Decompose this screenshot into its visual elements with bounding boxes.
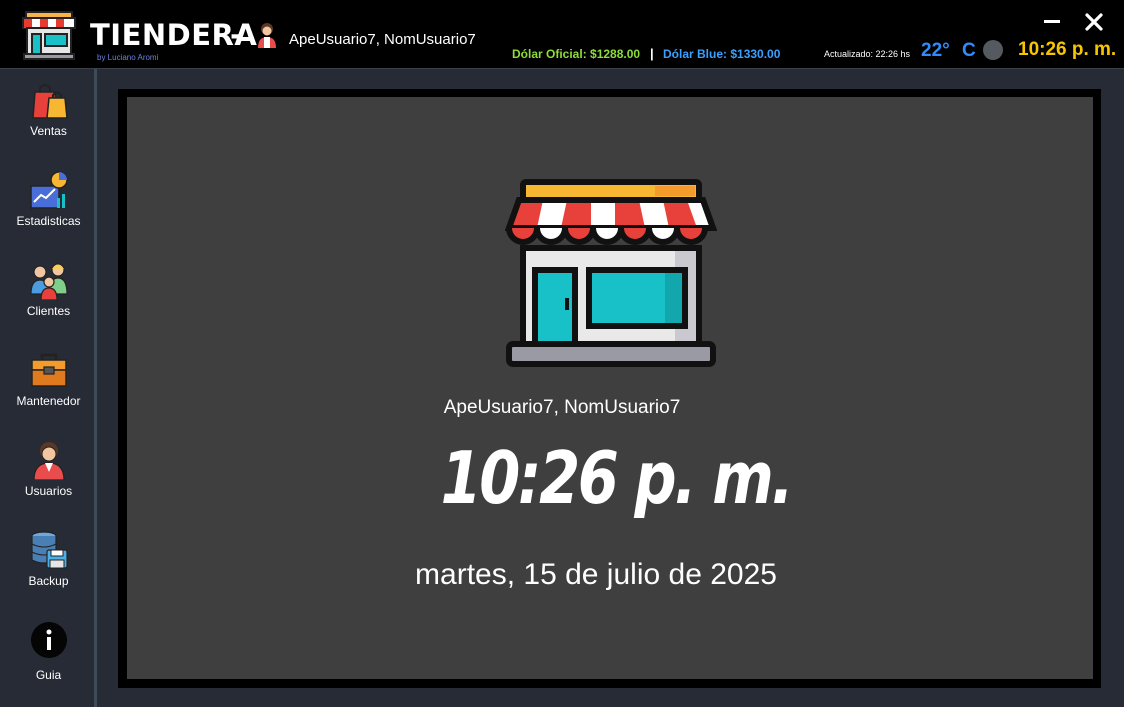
user-avatar-icon — [258, 23, 276, 48]
title-dash: - — [230, 18, 243, 52]
toolbox-icon — [31, 353, 67, 387]
header-user-name: ApeUsuario7, NomUsuario7 — [289, 31, 476, 48]
dolar-blue-rate: Dólar Blue: $1330.00 — [663, 47, 781, 61]
weather-icon — [983, 40, 1003, 60]
statistics-icon — [30, 171, 68, 209]
sidebar-item-label: Guia — [35, 668, 62, 682]
sidebar-item-estadisticas[interactable]: Estadisticas — [0, 170, 94, 250]
shopping-bags-icon — [32, 84, 68, 119]
author-byline: by Luciano Aromi — [97, 53, 159, 62]
sidebar-item-label: Estadisticas — [16, 214, 81, 228]
sidebar-item-ventas[interactable]: Ventas — [0, 80, 94, 160]
sidebar-divider — [94, 69, 97, 707]
title-bar: TIENDERA - by Luciano Aromi ApeUsuario7,… — [0, 0, 1124, 69]
store-logo-icon — [22, 11, 76, 60]
header-clock: 10:26 p. m. — [1018, 39, 1117, 60]
user-icon — [33, 442, 65, 480]
panel-date: martes, 15 de julio de 2025 — [415, 558, 777, 591]
store-illustration-icon — [505, 179, 717, 367]
sidebar-item-label: Clientes — [26, 304, 71, 318]
sidebar-item-guia[interactable]: Guia — [0, 620, 94, 700]
rate-separator: | — [650, 46, 654, 61]
minimize-button[interactable] — [1044, 20, 1060, 23]
updated-timestamp: Actualizado: 22:26 hs — [824, 49, 911, 59]
temperature-unit-toggle[interactable]: C — [962, 40, 976, 62]
info-icon — [31, 622, 67, 658]
sidebar-item-usuarios[interactable]: Usuarios — [0, 440, 94, 520]
sidebar-item-label: Ventas — [30, 124, 67, 138]
dolar-oficial-rate: Dólar Oficial: $1288.00 — [512, 47, 641, 61]
customers-icon — [30, 263, 68, 300]
close-button[interactable] — [1083, 11, 1105, 33]
temperature-value: 22° — [921, 40, 950, 61]
panel-clock: 10:26 p. m. — [440, 436, 794, 520]
panel-user-name: ApeUsuario7, NomUsuario7 — [443, 397, 681, 418]
sidebar-item-clientes[interactable]: Clientes — [0, 260, 94, 340]
sidebar-item-label: Usuarios — [24, 484, 73, 498]
